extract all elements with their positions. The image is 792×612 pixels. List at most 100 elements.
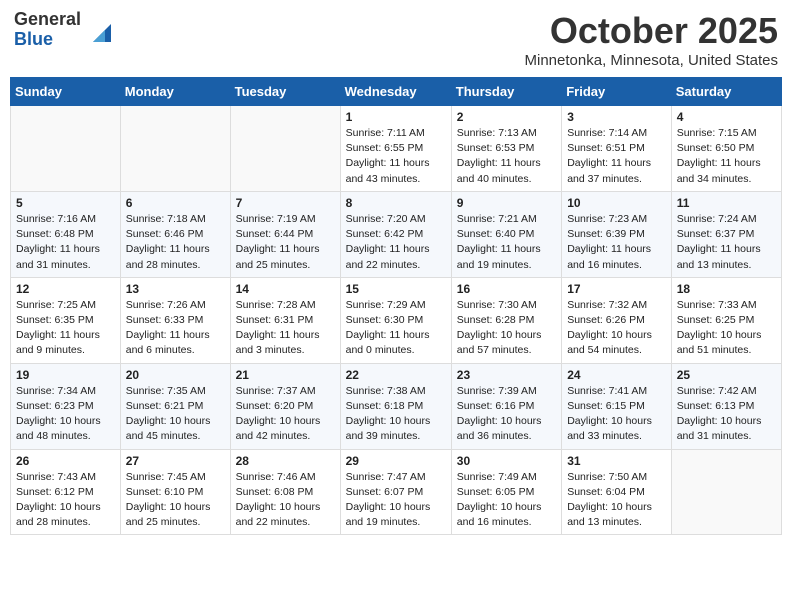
day-info: Sunrise: 7:23 AM Sunset: 6:39 PM Dayligh… <box>567 212 666 273</box>
day-info: Sunrise: 7:21 AM Sunset: 6:40 PM Dayligh… <box>457 212 556 273</box>
day-info: Sunrise: 7:13 AM Sunset: 6:53 PM Dayligh… <box>457 126 556 187</box>
day-info: Sunrise: 7:25 AM Sunset: 6:35 PM Dayligh… <box>16 298 115 359</box>
col-header-thursday: Thursday <box>451 78 561 106</box>
calendar-cell: 9 Sunrise: 7:21 AM Sunset: 6:40 PM Daylig… <box>451 191 561 277</box>
calendar-cell: 17Sunrise: 7:32 AM Sunset: 6:26 PM Dayli… <box>562 277 672 363</box>
day-info: Sunrise: 7:14 AM Sunset: 6:51 PM Dayligh… <box>567 126 666 187</box>
logo-general-text: General <box>14 10 81 30</box>
day-info: Sunrise: 7:33 AM Sunset: 6:25 PM Dayligh… <box>677 298 776 359</box>
day-number: 20 <box>126 368 225 382</box>
day-number: 27 <box>126 454 225 468</box>
col-header-monday: Monday <box>120 78 230 106</box>
col-header-tuesday: Tuesday <box>230 78 340 106</box>
title-block: October 2025 Minnetonka, Minnesota, Unit… <box>525 10 778 69</box>
calendar-cell: 8 Sunrise: 7:20 AM Sunset: 6:42 PM Daylig… <box>340 191 451 277</box>
calendar-cell: 24 Sunrise: 7:41 AM Sunset: 6:15 PM Dayli… <box>562 363 672 449</box>
day-info: Sunrise: 7:49 AM Sunset: 6:05 PM Dayligh… <box>457 470 556 531</box>
day-number: 6 <box>126 196 225 210</box>
calendar-cell <box>11 106 121 192</box>
calendar-cell: 18 Sunrise: 7:33 AM Sunset: 6:25 PM Dayli… <box>671 277 781 363</box>
day-number: 28 <box>236 454 335 468</box>
calendar-cell: 12 Sunrise: 7:25 AM Sunset: 6:35 PM Dayli… <box>11 277 121 363</box>
day-number: 19 <box>16 368 115 382</box>
col-header-sunday: Sunday <box>11 78 121 106</box>
day-info: Sunrise: 7:43 AM Sunset: 6:12 PM Dayligh… <box>16 470 115 531</box>
day-info: Sunrise: 7:19 AM Sunset: 6:44 PM Dayligh… <box>236 212 335 273</box>
day-number: 10 <box>567 196 666 210</box>
day-info: Sunrise: 7:20 AM Sunset: 6:42 PM Dayligh… <box>346 212 446 273</box>
calendar-cell: 20 Sunrise: 7:35 AM Sunset: 6:21 PM Dayli… <box>120 363 230 449</box>
day-info: Sunrise: 7:16 AM Sunset: 6:48 PM Dayligh… <box>16 212 115 273</box>
calendar-week-row: 5 Sunrise: 7:16 AM Sunset: 6:48 PM Daylig… <box>11 191 782 277</box>
calendar-cell: 29 Sunrise: 7:47 AM Sunset: 6:07 PM Dayli… <box>340 449 451 535</box>
day-number: 11 <box>677 196 776 210</box>
day-info: Sunrise: 7:38 AM Sunset: 6:18 PM Dayligh… <box>346 384 446 445</box>
day-info: Sunrise: 7:30 AM Sunset: 6:28 PM Dayligh… <box>457 298 556 359</box>
calendar-cell: 14Sunrise: 7:28 AM Sunset: 6:31 PM Dayli… <box>230 277 340 363</box>
col-header-wednesday: Wednesday <box>340 78 451 106</box>
calendar-cell: 10 Sunrise: 7:23 AM Sunset: 6:39 PM Dayli… <box>562 191 672 277</box>
calendar-cell <box>230 106 340 192</box>
calendar-cell: 30 Sunrise: 7:49 AM Sunset: 6:05 PM Dayli… <box>451 449 561 535</box>
day-number: 24 <box>567 368 666 382</box>
day-info: Sunrise: 7:11 AM Sunset: 6:55 PM Dayligh… <box>346 126 446 187</box>
day-number: 30 <box>457 454 556 468</box>
day-number: 15 <box>346 282 446 296</box>
day-info: Sunrise: 7:42 AM Sunset: 6:13 PM Dayligh… <box>677 384 776 445</box>
day-info: Sunrise: 7:34 AM Sunset: 6:23 PM Dayligh… <box>16 384 115 445</box>
day-info: Sunrise: 7:45 AM Sunset: 6:10 PM Dayligh… <box>126 470 225 531</box>
calendar-cell: 13 Sunrise: 7:26 AM Sunset: 6:33 PM Dayli… <box>120 277 230 363</box>
day-number: 26 <box>16 454 115 468</box>
calendar-cell: 21 Sunrise: 7:37 AM Sunset: 6:20 PM Dayli… <box>230 363 340 449</box>
day-number: 29 <box>346 454 446 468</box>
day-number: 16 <box>457 282 556 296</box>
day-number: 8 <box>346 196 446 210</box>
calendar-week-row: 26 Sunrise: 7:43 AM Sunset: 6:12 PM Dayli… <box>11 449 782 535</box>
day-info: Sunrise: 7:28 AM Sunset: 6:31 PM Dayligh… <box>236 298 335 359</box>
day-number: 25 <box>677 368 776 382</box>
calendar-week-row: 12 Sunrise: 7:25 AM Sunset: 6:35 PM Dayli… <box>11 277 782 363</box>
col-header-friday: Friday <box>562 78 672 106</box>
day-number: 2 <box>457 110 556 124</box>
day-number: 12 <box>16 282 115 296</box>
day-info: Sunrise: 7:37 AM Sunset: 6:20 PM Dayligh… <box>236 384 335 445</box>
calendar-cell <box>120 106 230 192</box>
day-number: 21 <box>236 368 335 382</box>
calendar-cell: 26 Sunrise: 7:43 AM Sunset: 6:12 PM Dayli… <box>11 449 121 535</box>
logo-icon <box>83 14 115 46</box>
col-header-saturday: Saturday <box>671 78 781 106</box>
day-number: 22 <box>346 368 446 382</box>
calendar-header-row: SundayMondayTuesdayWednesdayThursdayFrid… <box>11 78 782 106</box>
logo-blue-text: Blue <box>14 30 81 50</box>
day-info: Sunrise: 7:24 AM Sunset: 6:37 PM Dayligh… <box>677 212 776 273</box>
page-header: General Blue October 2025 Minnetonka, Mi… <box>10 10 782 69</box>
calendar-cell: 1Sunrise: 7:11 AM Sunset: 6:55 PM Daylig… <box>340 106 451 192</box>
day-info: Sunrise: 7:39 AM Sunset: 6:16 PM Dayligh… <box>457 384 556 445</box>
calendar-week-row: 19 Sunrise: 7:34 AM Sunset: 6:23 PM Dayli… <box>11 363 782 449</box>
calendar-cell: 31Sunrise: 7:50 AM Sunset: 6:04 PM Dayli… <box>562 449 672 535</box>
day-number: 4 <box>677 110 776 124</box>
month-title: October 2025 <box>525 10 778 52</box>
calendar-cell: 28 Sunrise: 7:46 AM Sunset: 6:08 PM Dayli… <box>230 449 340 535</box>
day-info: Sunrise: 7:47 AM Sunset: 6:07 PM Dayligh… <box>346 470 446 531</box>
day-info: Sunrise: 7:41 AM Sunset: 6:15 PM Dayligh… <box>567 384 666 445</box>
day-number: 18 <box>677 282 776 296</box>
location-text: Minnetonka, Minnesota, United States <box>525 52 778 69</box>
day-number: 7 <box>236 196 335 210</box>
calendar-cell: 16 Sunrise: 7:30 AM Sunset: 6:28 PM Dayli… <box>451 277 561 363</box>
day-number: 9 <box>457 196 556 210</box>
day-number: 23 <box>457 368 556 382</box>
day-number: 3 <box>567 110 666 124</box>
day-number: 5 <box>16 196 115 210</box>
day-number: 13 <box>126 282 225 296</box>
calendar-cell: 3 Sunrise: 7:14 AM Sunset: 6:51 PM Daylig… <box>562 106 672 192</box>
day-info: Sunrise: 7:29 AM Sunset: 6:30 PM Dayligh… <box>346 298 446 359</box>
day-info: Sunrise: 7:35 AM Sunset: 6:21 PM Dayligh… <box>126 384 225 445</box>
calendar-cell: 22 Sunrise: 7:38 AM Sunset: 6:18 PM Dayli… <box>340 363 451 449</box>
day-info: Sunrise: 7:15 AM Sunset: 6:50 PM Dayligh… <box>677 126 776 187</box>
day-info: Sunrise: 7:26 AM Sunset: 6:33 PM Dayligh… <box>126 298 225 359</box>
day-info: Sunrise: 7:46 AM Sunset: 6:08 PM Dayligh… <box>236 470 335 531</box>
day-number: 31 <box>567 454 666 468</box>
day-info: Sunrise: 7:32 AM Sunset: 6:26 PM Dayligh… <box>567 298 666 359</box>
calendar-cell: 11 Sunrise: 7:24 AM Sunset: 6:37 PM Dayli… <box>671 191 781 277</box>
